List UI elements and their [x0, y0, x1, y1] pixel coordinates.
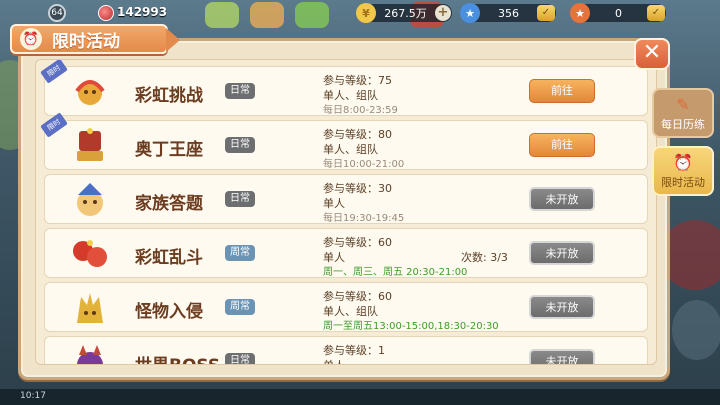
- tab-daily-training[interactable]: ✎ 每日历练: [652, 88, 714, 138]
- activity-time: 周一、周三、周五 20:30-21:00: [323, 267, 468, 278]
- quiz-mascot-icon: [77, 183, 103, 216]
- list-item[interactable]: 世界BOSS 日常 参与等级：1 单人 未开放: [44, 336, 648, 364]
- throne-icon: [77, 128, 103, 161]
- activity-list[interactable]: 限时 彩虹挑战 日常 参与等级：75 单人、组队 每日8:00-23:59 前往…: [35, 59, 657, 365]
- star-ticket-icon: ★: [460, 3, 480, 23]
- activity-type-badge: 周常: [225, 245, 255, 261]
- activity-name: 彩虹乱斗: [135, 248, 203, 268]
- boss-icon: [77, 345, 103, 364]
- gold-value: 267.5万: [384, 7, 427, 20]
- not-open-button[interactable]: 未开放: [529, 349, 595, 364]
- points-value: 0: [615, 6, 622, 20]
- points-currency: ★ 0 ✓: [570, 3, 666, 23]
- activity-level: 参与等级：80: [323, 128, 392, 141]
- rainbow-challenge-icon: [75, 80, 105, 105]
- close-button[interactable]: ✕: [634, 38, 670, 70]
- character-avatar[interactable]: [295, 2, 329, 28]
- power-icon: [98, 5, 114, 21]
- activity-time: 周一至周五13:00-15:00,18:30-20:30: [323, 321, 499, 332]
- not-open-button[interactable]: 未开放: [529, 187, 595, 211]
- new-tag: 限时: [40, 60, 68, 84]
- activity-name: 奥丁王座: [135, 140, 203, 160]
- activity-level: 参与等级：60: [323, 236, 392, 249]
- activity-mode: 单人: [323, 357, 345, 364]
- list-item[interactable]: 彩虹乱斗 周常 参与等级：60 单人 次数: 3/3 周一、周三、周五 20:3…: [44, 228, 648, 278]
- activity-level: 参与等级：30: [323, 182, 392, 195]
- activity-name: 彩虹挑战: [135, 86, 203, 106]
- activity-name: 怪物入侵: [135, 302, 203, 322]
- list-item[interactable]: 家族答题 日常 参与等级：30 单人 每日19:30-19:45 未开放: [44, 174, 648, 224]
- list-item[interactable]: 限时 彩虹挑战 日常 参与等级：75 单人、组队 每日8:00-23:59 前往: [40, 60, 648, 116]
- activity-time: 每日8:00-23:59: [323, 105, 398, 116]
- go-button[interactable]: 前往: [529, 133, 595, 157]
- character-avatar[interactable]: [250, 2, 284, 28]
- attempt-count: 次数: 3/3: [461, 251, 508, 264]
- page-title: 限时活动: [52, 31, 120, 52]
- status-bar: 10:17: [0, 389, 720, 405]
- activity-type-badge: 周常: [225, 299, 255, 315]
- background-decoration: [672, 300, 720, 360]
- add-gold-button[interactable]: +: [435, 5, 451, 21]
- boxing-glove-icon: [73, 240, 107, 267]
- activity-type-badge: 日常: [225, 83, 255, 99]
- diamond-value: 356: [498, 6, 519, 20]
- activity-name: 世界BOSS: [135, 351, 220, 364]
- monster-icon: [77, 293, 103, 323]
- not-open-button[interactable]: 未开放: [529, 241, 595, 265]
- gold-currency: ¥ 267.5万 +: [356, 3, 452, 23]
- scroll-icon: ✎: [676, 94, 690, 114]
- list-item[interactable]: 怪物入侵 周常 参与等级：60 单人、组队 周一至周五13:00-15:00,1…: [44, 282, 648, 332]
- star-badge-icon: ★: [570, 3, 590, 23]
- panel-title-ribbon: ⏰ 限时活动: [10, 24, 180, 54]
- activity-type-badge: 日常: [225, 137, 255, 153]
- character-avatar[interactable]: [205, 2, 239, 28]
- status-clock: 10:17: [20, 391, 46, 401]
- activity-level: 参与等级：75: [323, 74, 392, 87]
- clock-icon: ⏰: [673, 152, 693, 172]
- activity-type-badge: 日常: [225, 353, 255, 364]
- power-value: 142993: [117, 5, 168, 19]
- list-item[interactable]: 限时 奥丁王座 日常 参与等级：80 单人、组队 每日10:00-21:00 前…: [40, 112, 648, 170]
- activity-name: 家族答题: [135, 194, 203, 214]
- limited-activity-panel: 限时 彩虹挑战 日常 参与等级：75 单人、组队 每日8:00-23:59 前往…: [18, 38, 670, 380]
- tab-limited-activity[interactable]: ⏰ 限时活动: [652, 146, 714, 196]
- activity-time: 每日19:30-19:45: [323, 213, 405, 224]
- activity-level: 参与等级：60: [323, 290, 392, 303]
- player-level-badge: 64: [48, 4, 66, 22]
- claim-diamond-button[interactable]: ✓: [537, 5, 555, 21]
- claim-points-button[interactable]: ✓: [647, 5, 665, 21]
- diamond-currency: ★ 356 ✓: [460, 3, 556, 23]
- activity-time: 每日10:00-21:00: [323, 159, 405, 170]
- activity-level: 参与等级：1: [323, 344, 385, 357]
- activity-type-badge: 日常: [225, 191, 255, 207]
- not-open-button[interactable]: 未开放: [529, 295, 595, 319]
- tab-label: 每日历练: [661, 117, 705, 131]
- go-button[interactable]: 前往: [529, 79, 595, 103]
- clock-icon: ⏰: [20, 28, 42, 50]
- gold-coin-icon: ¥: [356, 3, 376, 23]
- new-tag: 限时: [40, 112, 68, 138]
- tab-label: 限时活动: [661, 175, 705, 189]
